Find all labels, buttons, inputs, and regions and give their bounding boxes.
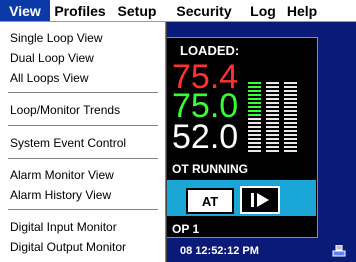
meter-segment: [248, 110, 261, 112]
meter-segment: [248, 86, 261, 88]
meter-segment: [266, 130, 279, 132]
autotune-button[interactable]: AT: [186, 188, 234, 214]
meter-segment: [248, 150, 261, 152]
loop-name-label: OP 1: [172, 222, 200, 236]
meter-segment: [284, 142, 297, 144]
meter-segment: [284, 106, 297, 108]
meter-segment: [284, 130, 297, 132]
meter-segment: [266, 122, 279, 124]
menu-item-dual-loop-view[interactable]: Dual Loop View: [10, 51, 94, 65]
bar-meter-2: [266, 82, 279, 154]
meter-segment: [248, 94, 261, 96]
menu-log[interactable]: Log: [244, 0, 282, 21]
meter-segment: [248, 142, 261, 144]
meter-segment: [266, 86, 279, 88]
profile-loaded-label: LOADED:: [180, 43, 240, 58]
menu-separator: [8, 209, 158, 210]
menu-security[interactable]: Security: [164, 0, 244, 21]
meter-segment: [248, 122, 261, 124]
meter-segment: [284, 86, 297, 88]
meter-segment: [248, 126, 261, 128]
meter-segment: [248, 118, 261, 120]
meter-segment: [248, 146, 261, 148]
meter-segment: [284, 126, 297, 128]
menu-setup[interactable]: Setup: [110, 0, 164, 21]
meter-segment: [284, 90, 297, 92]
meter-segment: [266, 134, 279, 136]
menu-item-all-loops-view[interactable]: All Loops View: [10, 71, 89, 85]
meter-segment: [266, 118, 279, 120]
meter-segment: [266, 82, 279, 84]
meter-segment: [284, 114, 297, 116]
bar-meter-1: [248, 82, 261, 154]
profile-status-text: OT RUNNING: [172, 162, 248, 176]
clock-readout: 08 12:52:12 PM: [180, 245, 259, 257]
menu-item-digital-input-monitor[interactable]: Digital Input Monitor: [10, 220, 117, 234]
menu-item-single-loop-view[interactable]: Single Loop View: [10, 31, 103, 45]
menu-help[interactable]: Help: [282, 0, 322, 21]
meter-segment: [266, 126, 279, 128]
meter-segment: [284, 118, 297, 120]
play-next-icon: [251, 193, 269, 207]
meter-segment: [266, 150, 279, 152]
meter-segment: [248, 82, 261, 84]
meter-segment: [248, 130, 261, 132]
meter-segment: [266, 146, 279, 148]
meter-segment: [248, 102, 261, 104]
meter-segment: [266, 106, 279, 108]
menu-profiles[interactable]: Profiles: [50, 0, 110, 21]
control-button-bar: [157, 180, 316, 216]
meter-segment: [266, 94, 279, 96]
meter-segment: [284, 110, 297, 112]
menu-separator: [8, 125, 158, 126]
menu-separator: [8, 158, 158, 159]
meter-segment: [248, 134, 261, 136]
meter-segment: [284, 134, 297, 136]
view-dropdown-menu: Single Loop View Dual Loop View All Loop…: [0, 22, 166, 262]
menu-separator: [8, 92, 158, 93]
menu-item-loop-monitor-trends[interactable]: Loop/Monitor Trends: [10, 103, 120, 117]
meter-segment: [266, 114, 279, 116]
meter-segment: [284, 82, 297, 84]
meter-segment: [248, 90, 261, 92]
menu-item-system-event-control[interactable]: System Event Control: [10, 136, 126, 150]
menu-item-digital-output-monitor[interactable]: Digital Output Monitor: [10, 240, 126, 254]
menu-item-alarm-monitor-view[interactable]: Alarm Monitor View: [10, 168, 114, 182]
meter-segment: [248, 106, 261, 108]
menu-item-alarm-history-view[interactable]: Alarm History View: [10, 188, 111, 202]
meter-segment: [284, 98, 297, 100]
menu-bar: View Profiles Setup Security Log Help: [0, 0, 356, 22]
meter-segment: [284, 150, 297, 152]
meter-segment: [284, 102, 297, 104]
meter-segment: [248, 98, 261, 100]
meter-segment: [284, 146, 297, 148]
meter-segment: [284, 138, 297, 140]
meter-segment: [248, 114, 261, 116]
meter-segment: [248, 138, 261, 140]
menu-view[interactable]: View: [0, 0, 50, 21]
bar-meter-3: [284, 82, 297, 154]
meter-segment: [266, 98, 279, 100]
meter-segment: [266, 110, 279, 112]
next-page-button[interactable]: [240, 186, 280, 214]
meter-segment: [266, 102, 279, 104]
network-tray-icon[interactable]: [332, 245, 346, 257]
meter-segment: [266, 142, 279, 144]
meter-segment: [266, 138, 279, 140]
meter-segment: [284, 122, 297, 124]
process-value-3: 52.0: [172, 118, 239, 156]
meter-segment: [266, 90, 279, 92]
meter-segment: [284, 94, 297, 96]
